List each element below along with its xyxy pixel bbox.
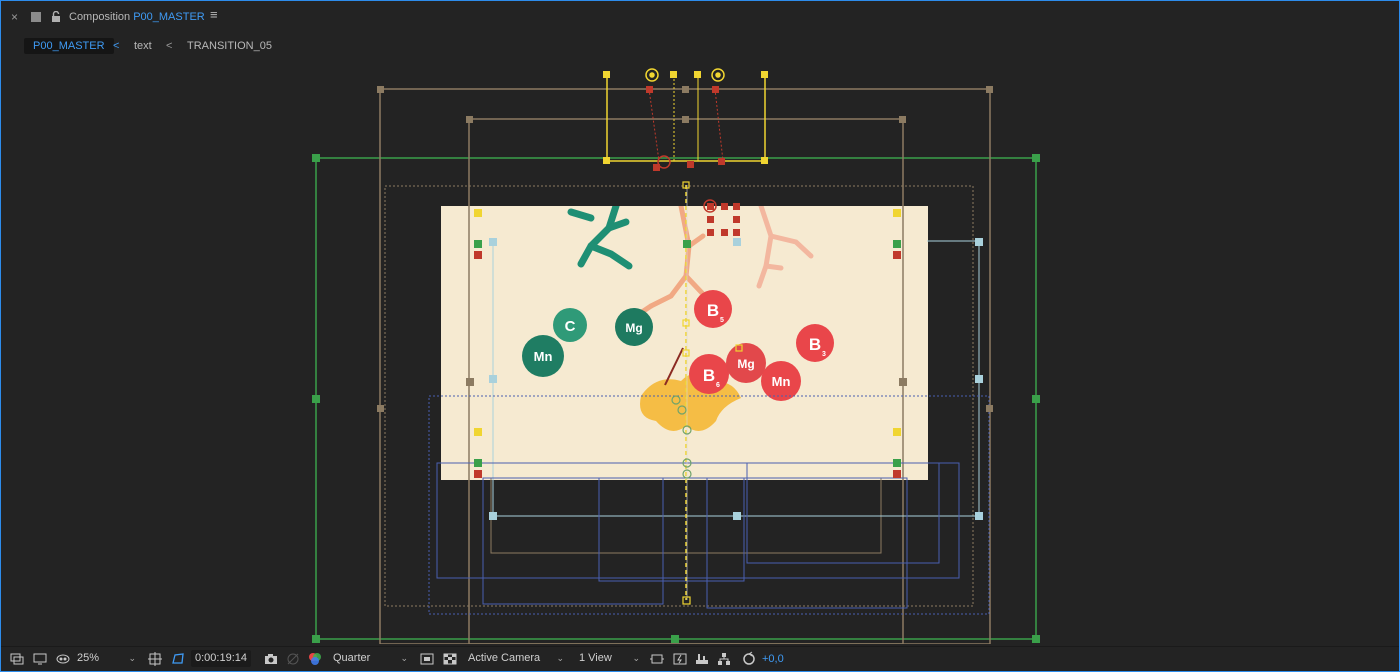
panel-header: × Composition P00_MASTER ≡ bbox=[1, 1, 1399, 35]
mask-visibility-icon[interactable] bbox=[55, 651, 71, 667]
view-layout-value: 1 View bbox=[579, 652, 612, 664]
layer-bounds-overlay bbox=[312, 68, 1040, 644]
timeline-icon[interactable] bbox=[694, 651, 710, 667]
reset-exposure-icon[interactable] bbox=[741, 651, 757, 667]
zoom-dropdown[interactable]: 25% ⌄ bbox=[77, 650, 139, 667]
always-preview-icon[interactable] bbox=[9, 651, 25, 667]
panel-title-prefix: Composition bbox=[69, 11, 131, 23]
region-of-interest-icon[interactable] bbox=[419, 651, 435, 667]
breadcrumb-separator-icon: < bbox=[166, 40, 173, 52]
panel-comp-name: P00_MASTER bbox=[133, 11, 205, 23]
camera-snapshot-icon[interactable] bbox=[263, 651, 279, 667]
fast-previews-icon[interactable] bbox=[672, 651, 688, 667]
keyframe-path-icons[interactable] bbox=[671, 395, 692, 479]
motion-path-red-3[interactable] bbox=[664, 347, 684, 386]
transparency-grid-icon[interactable] bbox=[442, 651, 458, 667]
toggle-mask-path-icon[interactable] bbox=[170, 651, 186, 667]
anchor-point-icons[interactable] bbox=[645, 68, 725, 82]
breadcrumb-separator-icon: < bbox=[113, 40, 120, 52]
panel-menu-icon[interactable]: ≡ bbox=[210, 8, 218, 22]
label-color-swatch[interactable] bbox=[31, 12, 41, 22]
breadcrumb-item-text[interactable]: text bbox=[134, 38, 152, 54]
motion-path-red-1[interactable] bbox=[648, 88, 660, 162]
layer-bounds-green[interactable] bbox=[315, 157, 1037, 640]
toggle-pixel-aspect-icon[interactable] bbox=[649, 651, 665, 667]
monitor-icon[interactable] bbox=[32, 651, 48, 667]
camera-view-dropdown[interactable]: Active Camera ⌄ bbox=[468, 650, 567, 667]
layer-bounds-tan-large[interactable] bbox=[379, 88, 991, 644]
resolution-value: Quarter bbox=[333, 652, 371, 664]
layer-bounds-blue-2[interactable] bbox=[482, 477, 664, 605]
grid-guides-icon[interactable] bbox=[147, 651, 163, 667]
breadcrumb: P00_MASTER < text < TRANSITION_05 bbox=[1, 35, 1399, 57]
chevron-down-icon: ⌄ bbox=[632, 653, 640, 663]
composition-panel: × Composition P00_MASTER ≡ P00_MASTER < … bbox=[0, 0, 1400, 672]
composition-viewer[interactable]: C Mn Mg B 5 B 6 Mg Mn B 3 bbox=[7, 58, 1393, 644]
handles-red[interactable] bbox=[474, 86, 901, 478]
viewer-footer-toolbar: 25% ⌄ 0:00:19:14 Quarter ⌄ Active Camera ⌄ … bbox=[1, 646, 1399, 671]
camera-view-value: Active Camera bbox=[468, 652, 541, 664]
breadcrumb-item-p00-master[interactable]: P00_MASTER bbox=[24, 38, 114, 54]
flowchart-icon[interactable] bbox=[716, 651, 732, 667]
chevron-down-icon: ⌄ bbox=[400, 653, 408, 663]
handles-yellow[interactable] bbox=[474, 71, 901, 436]
zoom-value: 25% bbox=[77, 652, 100, 664]
layer-bounds-blue-4[interactable] bbox=[706, 477, 908, 609]
chevron-down-icon: ⌄ bbox=[128, 653, 136, 663]
current-time-display[interactable]: 0:00:19:14 bbox=[191, 650, 251, 667]
chevron-down-icon: ⌄ bbox=[556, 653, 564, 663]
motion-path-red-2[interactable] bbox=[714, 88, 724, 162]
layer-bounds-blue-3[interactable] bbox=[598, 477, 745, 582]
color-channel-icon[interactable] bbox=[307, 651, 323, 667]
view-layout-dropdown[interactable]: 1 View ⌄ bbox=[579, 650, 643, 667]
handles-green[interactable] bbox=[312, 154, 1040, 643]
panel-title: Composition P00_MASTER bbox=[69, 10, 205, 24]
resolution-dropdown[interactable]: Quarter ⌄ bbox=[333, 650, 411, 667]
close-icon[interactable]: × bbox=[11, 10, 18, 24]
exposure-value[interactable]: +0,0 bbox=[762, 651, 784, 667]
breadcrumb-item-transition-05[interactable]: TRANSITION_05 bbox=[187, 38, 272, 54]
lock-icon[interactable] bbox=[51, 10, 61, 28]
show-snapshot-icon[interactable] bbox=[285, 651, 301, 667]
